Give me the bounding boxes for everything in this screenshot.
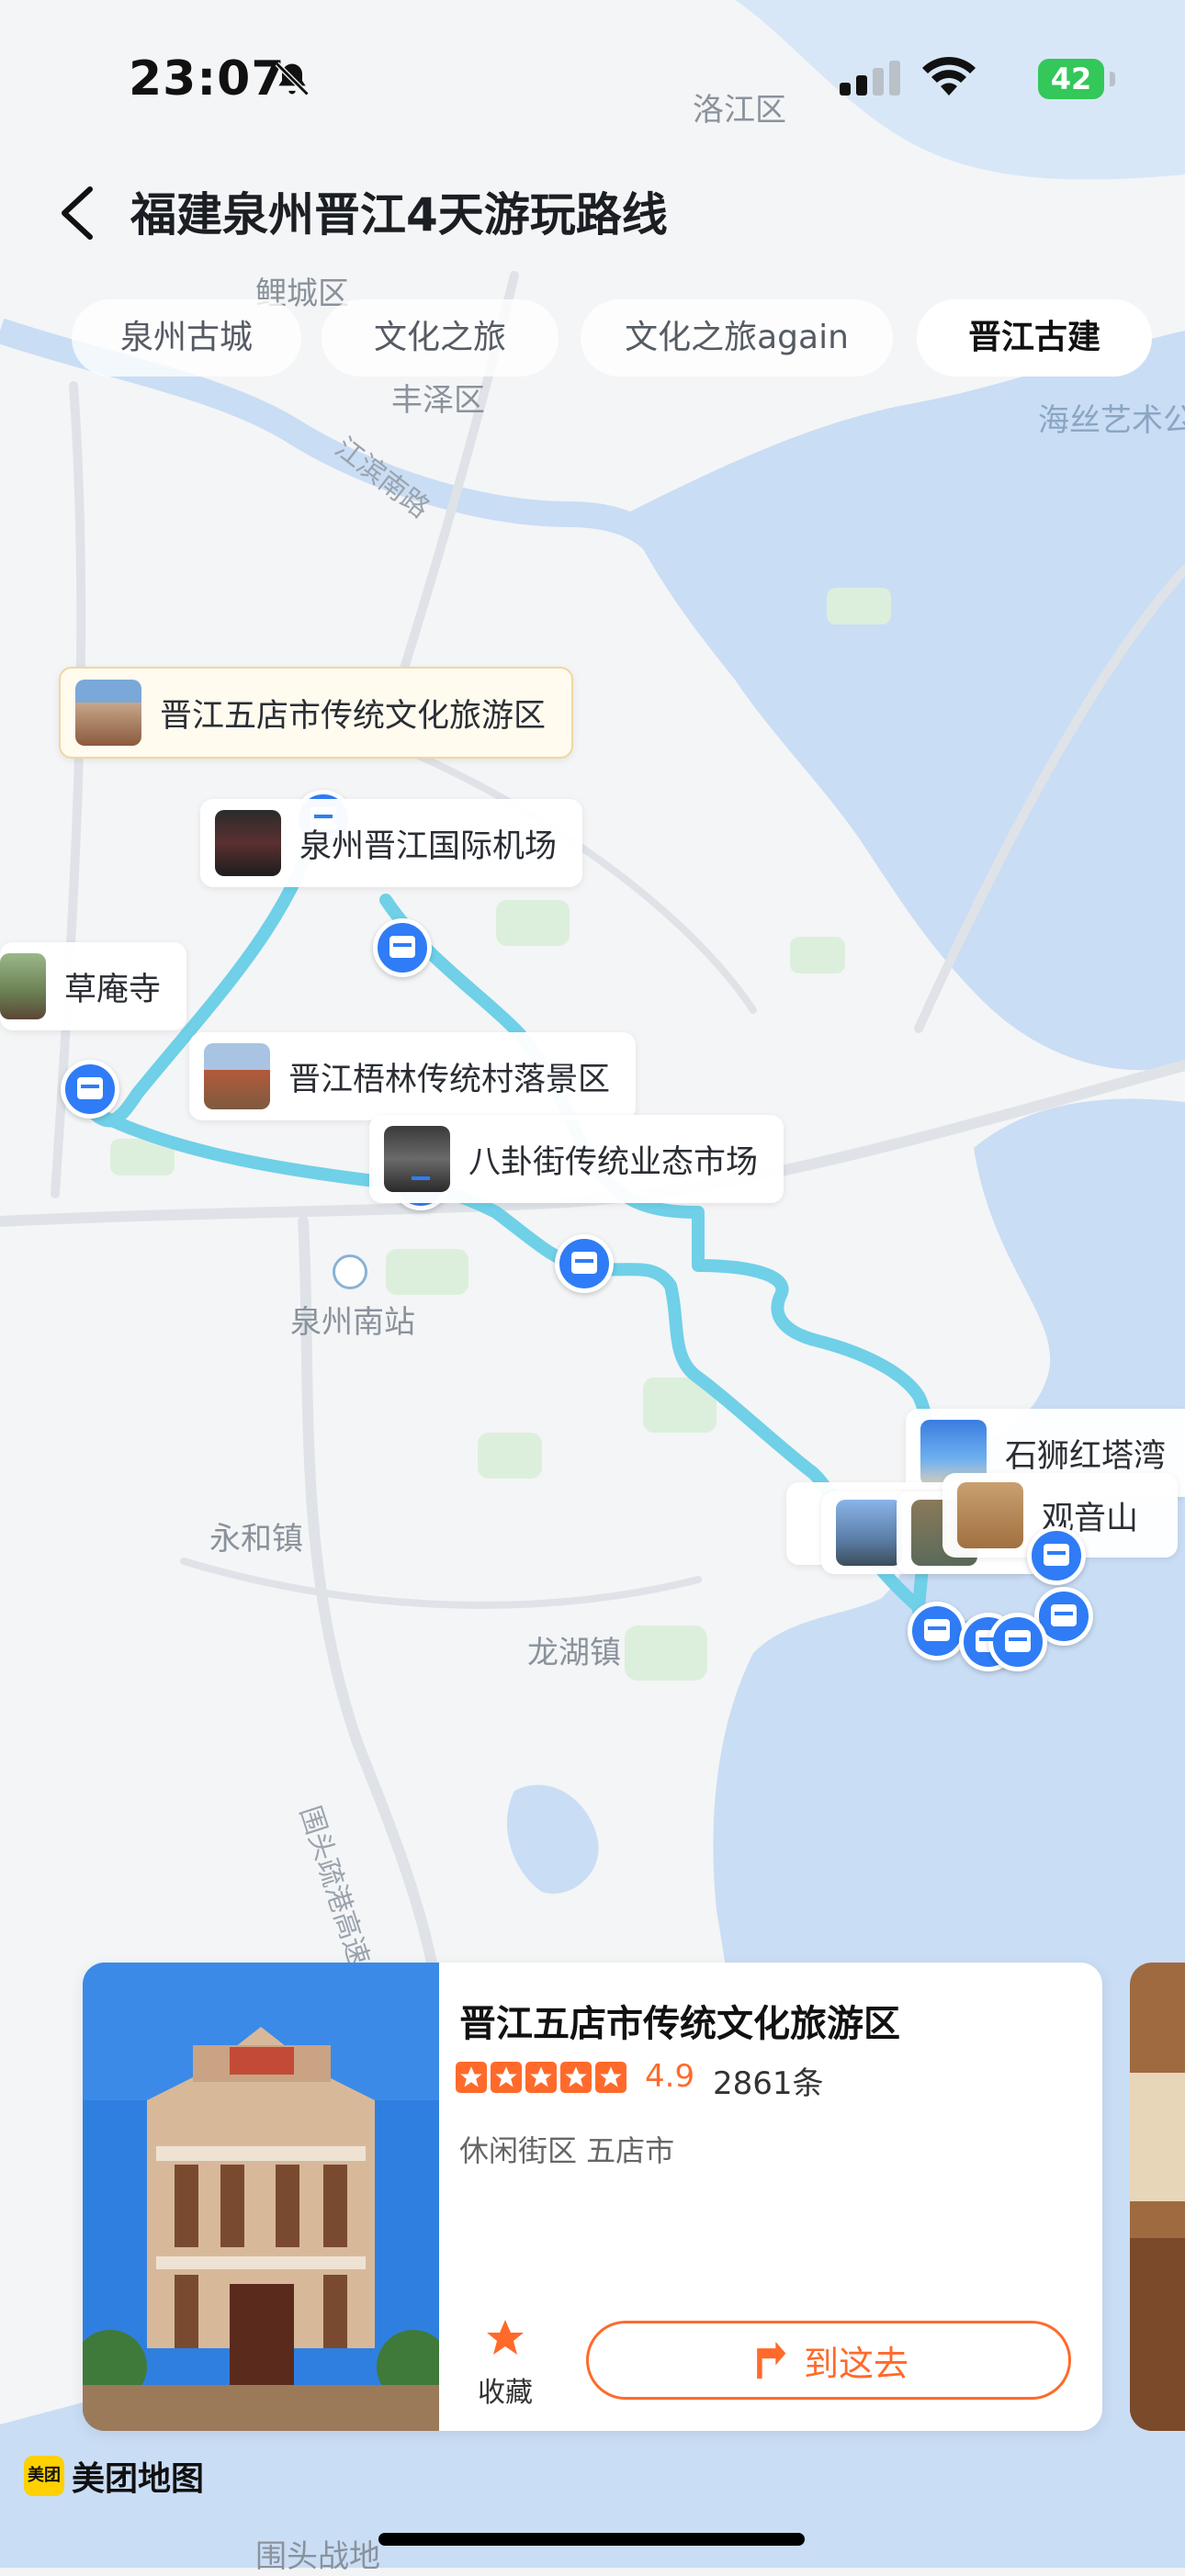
tab-culture-trip-again[interactable]: 文化之旅again: [581, 299, 893, 377]
map-label-quanzhou-south: 泉州南站: [290, 1304, 415, 1341]
map-label-haisi: 海丝艺术公: [1038, 402, 1185, 439]
poi-label: 石狮红塔湾: [1005, 1437, 1167, 1475]
brand-logo: 美团 美团地图: [24, 2452, 204, 2500]
poi-wudianshi[interactable]: 晋江五店市传统文化旅游区: [59, 667, 574, 759]
poi-thumbnail: [957, 1482, 1023, 1548]
favorite-label: 收藏: [478, 2377, 533, 2409]
bell-muted-icon: [272, 59, 312, 108]
poi-detail-card[interactable]: 晋江五店市传统文化旅游区 4.9 2861条 休闲街区 五店市 收藏 到这去: [83, 1963, 1102, 2431]
star-icon: [487, 2320, 524, 2355]
brand-name: 美团地图: [72, 2460, 205, 2498]
poi-label: 晋江梧林传统村落景区: [288, 1061, 611, 1098]
battery-cap: [1110, 72, 1115, 86]
poi-category: 休闲街区 五店市: [459, 2133, 675, 2168]
rating-score: 4.9: [645, 2058, 695, 2095]
meituan-logo-icon: 美团: [24, 2456, 64, 2496]
poi-label: 晋江五店市传统文化旅游区: [160, 697, 547, 735]
nav-header: 福建泉州晋江4天游玩路线: [0, 165, 1185, 257]
poi-thumbnail: [0, 953, 46, 1019]
next-poi-card-peek[interactable]: [1130, 1963, 1185, 2431]
poi-pin-cluster-3[interactable]: [908, 1602, 966, 1660]
poi-pin-caoan-temple[interactable]: [61, 1060, 119, 1119]
battery-level: 42: [1038, 59, 1104, 99]
back-button[interactable]: [48, 176, 112, 250]
poi-caoan-temple[interactable]: 草庵寺: [0, 942, 187, 1030]
review-count: 2861条: [713, 2065, 824, 2102]
train-station-icon: [333, 1254, 367, 1289]
tab-jinjiang-ancient-architecture[interactable]: 晋江古建: [917, 299, 1152, 377]
route-tabs: 泉州古城 文化之旅 文化之旅again 晋江古建: [0, 299, 1185, 377]
map-label-fengze: 丰泽区: [391, 382, 485, 419]
poi-thumbnail: [75, 680, 141, 746]
poi-pin-airport[interactable]: [373, 918, 432, 977]
star-icon: [491, 2062, 522, 2093]
poi-card-title: 晋江五店市传统文化旅游区: [459, 2003, 900, 2045]
favorite-button[interactable]: 收藏: [468, 2316, 542, 2410]
poi-bagua-street[interactable]: 八卦街传统业态市场: [369, 1115, 784, 1203]
poi-airport[interactable]: 泉州晋江国际机场: [200, 799, 583, 887]
navigate-here-button[interactable]: 到这去: [586, 2321, 1071, 2400]
star-icon: [560, 2062, 592, 2093]
poi-label: 草庵寺: [64, 971, 162, 1008]
poi-thumbnail: [204, 1043, 270, 1109]
poi-thumbnail: [836, 1500, 902, 1566]
star-icon: [595, 2062, 626, 2093]
star-icon: [456, 2062, 487, 2093]
poi-thumbnail: [384, 1126, 450, 1192]
signal-icon: [838, 59, 902, 99]
chevron-left-icon: [62, 186, 93, 240]
next-poi-photo: [1130, 1963, 1185, 2431]
poi-photo: [83, 1963, 439, 2431]
page-title: 福建泉州晋江4天游玩路线: [130, 188, 668, 242]
map-label-yonghe: 永和镇: [209, 1521, 303, 1558]
turn-arrow-icon: [757, 2341, 786, 2379]
poi-label: 八卦街传统业态市场: [468, 1143, 759, 1181]
star-icon: [525, 2062, 557, 2093]
status-bar: 23:07 42: [0, 0, 1185, 156]
poi-thumbnail: [215, 810, 281, 876]
poi-pin-cluster-5[interactable]: [988, 1613, 1047, 1671]
wifi-icon: [919, 53, 979, 103]
poi-label: 泉州晋江国际机场: [299, 827, 558, 865]
tab-quanzhou-old-city[interactable]: 泉州古城: [72, 299, 301, 377]
tab-culture-trip[interactable]: 文化之旅: [322, 299, 559, 377]
rating-stars: [456, 2062, 630, 2093]
poi-pin-cluster-1[interactable]: [1027, 1526, 1086, 1585]
map-label-weitou-battlefield: 围头战地: [255, 2538, 380, 2575]
poi-pin-bagua-street[interactable]: [555, 1234, 614, 1293]
navigate-here-label: 到这去: [803, 2343, 908, 2384]
status-time: 23:07: [129, 51, 286, 107]
home-indicator[interactable]: [378, 2533, 805, 2546]
map-label-longhu: 龙湖镇: [527, 1635, 621, 1671]
poi-wulin-village[interactable]: 晋江梧林传统村落景区: [189, 1032, 637, 1120]
